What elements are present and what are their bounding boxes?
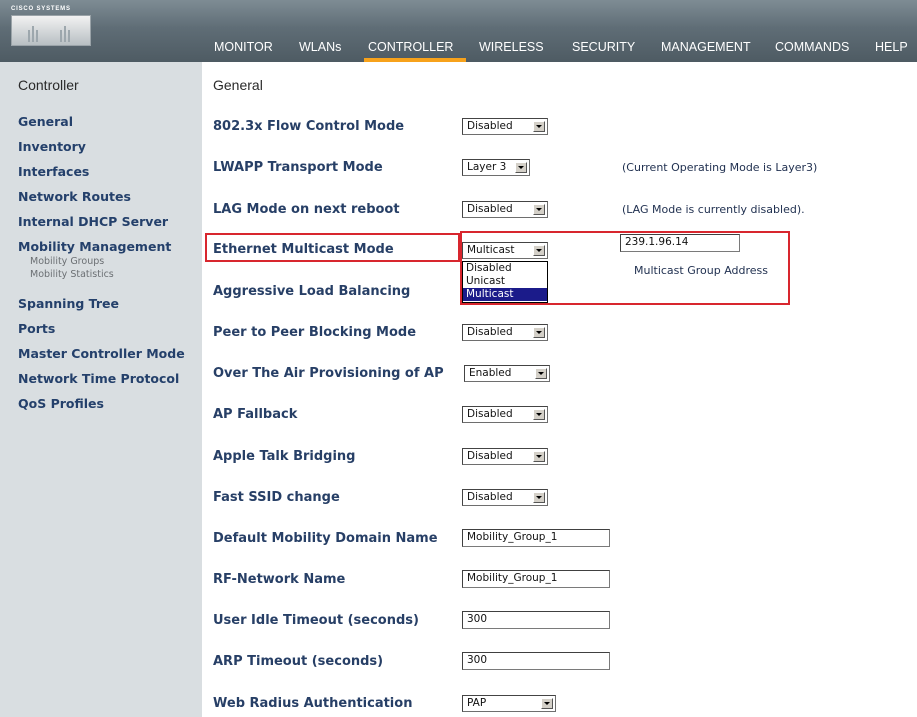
nav-help[interactable]: HELP <box>875 40 908 54</box>
apple-talk-bridging-label: Apple Talk Bridging <box>213 449 356 464</box>
lag-mode-label: LAG Mode on next reboot <box>213 202 400 217</box>
sidebar-item-internal-dhcp-server[interactable]: Internal DHCP Server <box>18 214 168 229</box>
nav-wireless[interactable]: WIRELESS <box>479 40 544 54</box>
lwapp-transport-value: Layer 3 <box>467 161 507 173</box>
chevron-down-icon <box>533 327 545 338</box>
user-idle-timeout-label: User Idle Timeout (seconds) <box>213 613 419 628</box>
rf-network-name-label: RF-Network Name <box>213 572 346 587</box>
nav-security[interactable]: SECURITY <box>572 40 635 54</box>
sidebar-subitem-mobility-groups[interactable]: Mobility Groups <box>30 256 104 267</box>
web-radius-auth-select[interactable]: PAP <box>462 695 556 712</box>
lwapp-transport-select[interactable]: Layer 3 <box>462 159 530 176</box>
sidebar-item-ports[interactable]: Ports <box>18 321 55 336</box>
aggressive-load-balancing-label: Aggressive Load Balancing <box>213 284 411 299</box>
flow-control-label: 802.3x Flow Control Mode <box>213 119 405 134</box>
ap-fallback-select[interactable]: Disabled <box>462 406 548 423</box>
logo-text: Cisco Systems <box>11 6 71 12</box>
sidebar-title: Controller <box>18 77 79 93</box>
chevron-down-icon <box>533 492 545 503</box>
page-title: General <box>213 77 263 93</box>
rf-network-name-input[interactable]: Mobility_Group_1 <box>462 570 610 588</box>
nav-commands[interactable]: COMMANDS <box>775 40 849 54</box>
ota-provisioning-value: Enabled <box>469 367 512 379</box>
nav-active-indicator <box>364 58 466 62</box>
chevron-down-icon <box>533 451 545 462</box>
fast-ssid-change-value: Disabled <box>467 491 513 503</box>
lag-mode-value: Disabled <box>467 203 513 215</box>
lwapp-transport-note: (Current Operating Mode is Layer3) <box>622 161 818 174</box>
flow-control-value: Disabled <box>467 120 513 132</box>
chevron-down-icon <box>533 409 545 420</box>
flow-control-select[interactable]: Disabled <box>462 118 548 135</box>
sidebar-item-spanning-tree[interactable]: Spanning Tree <box>18 296 119 311</box>
sidebar-item-general[interactable]: General <box>18 114 73 129</box>
nav-wlans[interactable]: WLANs <box>299 40 341 54</box>
ap-fallback-value: Disabled <box>467 408 513 420</box>
sidebar-item-interfaces[interactable]: Interfaces <box>18 164 89 179</box>
sidebar-item-inventory[interactable]: Inventory <box>18 139 86 154</box>
default-mobility-domain-label: Default Mobility Domain Name <box>213 531 438 546</box>
arp-timeout-label: ARP Timeout (seconds) <box>213 654 384 669</box>
fast-ssid-change-select[interactable]: Disabled <box>462 489 548 506</box>
default-mobility-domain-input[interactable]: Mobility_Group_1 <box>462 529 610 547</box>
peer-to-peer-label: Peer to Peer Blocking Mode <box>213 325 417 340</box>
apple-talk-bridging-select[interactable]: Disabled <box>462 448 548 465</box>
nav-controller[interactable]: CONTROLLER <box>368 40 453 54</box>
ota-provisioning-label: Over The Air Provisioning of AP <box>213 366 444 381</box>
nav-monitor[interactable]: MONITOR <box>214 40 273 54</box>
lag-mode-select[interactable]: Disabled <box>462 201 548 218</box>
lag-mode-note: (LAG Mode is currently disabled). <box>622 203 805 216</box>
lwapp-transport-label: LWAPP Transport Mode <box>213 160 383 175</box>
chevron-down-icon <box>535 368 547 379</box>
ap-fallback-label: AP Fallback <box>213 407 298 422</box>
highlight-label-box <box>205 233 460 262</box>
sidebar-item-qos-profiles[interactable]: QoS Profiles <box>18 396 104 411</box>
chevron-down-icon <box>533 121 545 132</box>
apple-talk-bridging-value: Disabled <box>467 450 513 462</box>
chevron-down-icon <box>533 204 545 215</box>
user-idle-timeout-input[interactable]: 300 <box>462 611 610 629</box>
highlight-settings-box <box>460 231 790 305</box>
web-radius-auth-value: PAP <box>467 697 487 709</box>
web-radius-auth-label: Web Radius Authentication <box>213 696 413 711</box>
sidebar: Controller General Inventory Interfaces … <box>0 62 202 717</box>
top-header: Cisco Systems MONITOR WLANs CONTROLLER W… <box>0 0 917 62</box>
sidebar-item-network-time-protocol[interactable]: Network Time Protocol <box>18 371 179 386</box>
ota-provisioning-select[interactable]: Enabled <box>464 365 550 382</box>
arp-timeout-input[interactable]: 300 <box>462 652 610 670</box>
sidebar-item-network-routes[interactable]: Network Routes <box>18 189 131 204</box>
nav-management[interactable]: MANAGEMENT <box>661 40 751 54</box>
peer-to-peer-value: Disabled <box>467 326 513 338</box>
sidebar-subitem-mobility-statistics[interactable]: Mobility Statistics <box>30 269 114 280</box>
fast-ssid-change-label: Fast SSID change <box>213 490 340 505</box>
sidebar-item-mobility-management[interactable]: Mobility Management <box>18 239 171 254</box>
chevron-down-icon <box>515 162 527 173</box>
sidebar-item-master-controller-mode[interactable]: Master Controller Mode <box>18 346 185 361</box>
peer-to-peer-select[interactable]: Disabled <box>462 324 548 341</box>
chevron-down-icon <box>541 698 553 709</box>
